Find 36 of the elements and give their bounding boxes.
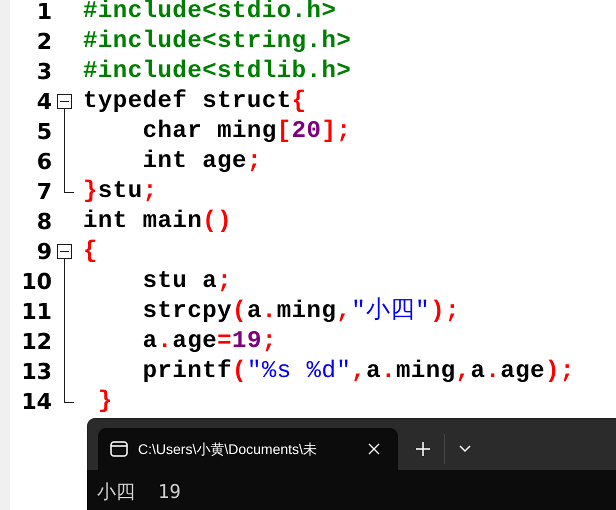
code-line: a.age=19; [142,327,278,357]
line-number: 2 [36,28,52,56]
tab-title: C:\Users\小黄\Documents\未 [138,440,318,458]
terminal-icon [110,441,128,457]
collapse-icon[interactable] [57,244,72,267]
collapse-icon[interactable] [57,94,72,117]
line-number: 8 [36,208,52,236]
line-number: 12 [20,328,52,356]
line-number: 14 [20,388,52,416]
terminal-output: 小四 19 [97,481,181,503]
code-line: int main() [83,207,234,237]
line-number: 11 [20,298,52,326]
line-number: 1 [36,0,52,26]
code-line: { [83,237,99,267]
code-line: strcpy(a.ming,"小四"); [142,297,461,327]
line-number: 7 [36,178,52,206]
code-line: int age; [142,147,263,177]
code-line: stu a; [142,267,234,297]
line-number: 13 [20,358,52,386]
code-line: typedef struct{ [83,87,308,117]
code-line: #include<string.h> [83,27,352,57]
code-line: char ming[20]; [142,117,352,147]
terminal-tab[interactable]: C:\Users\小黄\Documents\未 [98,428,398,470]
plus-icon[interactable] [416,442,430,456]
chevron-down-icon[interactable] [459,445,471,453]
line-number: 3 [36,58,52,86]
code-line: printf("%s %d",a.ming,a.age); [142,357,575,387]
code-line: }stu; [83,177,159,207]
line-number: 5 [36,118,52,146]
line-number: 9 [36,238,52,266]
line-number: 10 [20,268,52,296]
line-number: 6 [36,148,52,176]
line-number: 4 [36,88,52,116]
code-line: #include<stdlib.h> [83,57,352,87]
close-icon[interactable] [368,443,380,455]
code-line: } [96,387,114,417]
